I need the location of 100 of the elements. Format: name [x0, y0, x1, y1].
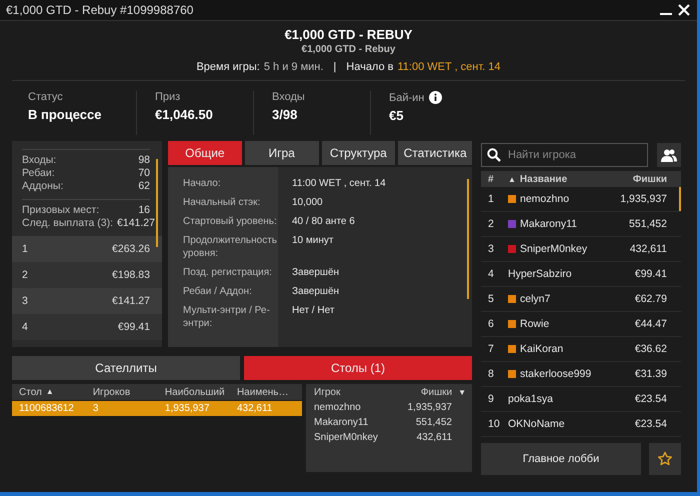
player-name: stakerloose999 [520, 368, 592, 380]
stat-value: 3/98 [272, 107, 298, 122]
payout-place: 3 [22, 295, 28, 307]
stat-label: Приз [155, 91, 180, 103]
stat-value: €1,046.50 [155, 107, 214, 122]
player-row[interactable]: 4 HyperSabziro €99.41 [481, 262, 681, 287]
column-header[interactable]: Наимень… [236, 386, 288, 398]
detail-value: 10,000 [292, 197, 323, 208]
player-chips: 551,452 [416, 417, 452, 428]
player-name: nemozhno [314, 402, 361, 413]
player-chips: 432,611 [416, 432, 452, 443]
tournament-title: €1,000 GTD - REBUY [284, 27, 414, 42]
tournament-subtitle: €1,000 GTD - Rebuy [300, 44, 396, 55]
player-name: OKNoName [508, 418, 565, 430]
stat-value: В процессе [28, 107, 102, 122]
detail-value: 11:00 WET , сент. 14 [292, 178, 386, 189]
player-rank: 1 [487, 193, 495, 205]
tab[interactable]: Игра [244, 141, 318, 165]
tab[interactable]: Сателлиты [12, 356, 240, 380]
separator-text: | [333, 61, 336, 73]
detail-value: Завершён [292, 286, 340, 297]
detail-label: Начальный стэк: [182, 196, 262, 209]
player-chips: €23.54 [634, 418, 681, 430]
scrollbar-thumb[interactable] [467, 179, 469, 299]
player-rank: 6 [487, 318, 495, 330]
tab[interactable]: Общие [168, 141, 242, 165]
prize-value: 62 [138, 180, 150, 193]
people-icon [661, 148, 677, 162]
table-cell-text: 1,935,937 [164, 403, 210, 414]
player-name: Makarony11 [520, 218, 578, 230]
players-button[interactable] [657, 143, 681, 167]
player-row[interactable]: 6 Rowie €44.47 [481, 312, 681, 337]
start-label: Начало в [346, 61, 394, 73]
column-header[interactable]: Игроков [92, 386, 130, 398]
tab[interactable]: Структура [322, 141, 396, 165]
table-cell-text: 1100683612 [18, 403, 75, 414]
sort-indicator: ▲ [508, 174, 516, 184]
column-header[interactable]: Название [520, 174, 568, 184]
stat-label: Бай-ин [389, 92, 424, 104]
close-icon[interactable] [677, 3, 691, 17]
detail-label: Позд. регистрация: [182, 266, 273, 279]
player-chips: €36.62 [634, 343, 681, 355]
prize-value: 98 [138, 154, 150, 167]
player-row[interactable]: 3 SniperM0nkey 432,611 [481, 237, 681, 262]
detail-label: Продолжительность уровня: [182, 234, 278, 260]
payout-amount: €198.83 [112, 269, 150, 281]
player-row[interactable]: 8 stakerloose999 €31.39 [481, 362, 681, 387]
player-chips: €31.39 [634, 368, 681, 380]
column-header[interactable]: Наибольший [164, 386, 225, 398]
player-chips: €23.54 [634, 393, 681, 405]
prize-label: Аддоны: [22, 180, 64, 193]
player-name: celyn7 [520, 293, 550, 305]
player-rank: 5 [487, 293, 495, 305]
stat-label: Входы [272, 91, 305, 103]
prize-value: 16 [138, 204, 150, 217]
sort-indicator: ▲ [46, 386, 54, 398]
column-header[interactable]: Стол [19, 386, 42, 398]
column-header[interactable]: Игрок [314, 386, 340, 398]
player-chips: 1,935,937 [408, 402, 452, 413]
tab[interactable]: Столы (1) [244, 356, 472, 380]
player-name: poka1sya [508, 393, 553, 405]
player-row[interactable]: 10 OKNoName €23.54 [481, 412, 681, 437]
player-row[interactable]: 7 KaiKoran €36.62 [481, 337, 681, 362]
sort-indicator: ▼ [458, 388, 466, 396]
column-header[interactable]: Фишки [420, 386, 452, 398]
player-chips: €44.47 [634, 318, 681, 330]
favorite-button[interactable] [649, 443, 681, 475]
player-name: SniperM0nkey [314, 432, 378, 443]
detail-value: Завершён [292, 267, 340, 278]
player-rank: 2 [487, 218, 495, 230]
player-row[interactable]: 2 Makarony11 551,452 [481, 212, 681, 237]
player-row[interactable]: 9 poka1sya €23.54 [481, 387, 681, 412]
player-name: Makarony11 [314, 417, 368, 428]
scrollbar-thumb[interactable] [156, 159, 158, 247]
time-label: Время игры: [196, 61, 260, 73]
payout-place: 4 [22, 321, 28, 333]
tab[interactable]: Статистика [398, 141, 472, 165]
column-header[interactable]: Фишки [632, 174, 681, 184]
prize-label: Ребаи: [22, 167, 55, 180]
column-header[interactable]: # [488, 174, 494, 184]
player-chips: €62.79 [634, 293, 681, 305]
detail-label: Ребаи / Аддон: [182, 285, 253, 298]
player-name: SniperM0nkey [520, 243, 588, 255]
prize-label: След. выплата (3): [22, 217, 114, 230]
player-name: HyperSabziro [508, 268, 572, 280]
stat-label: Статус [28, 91, 63, 103]
prize-label: Входы: [22, 154, 56, 167]
info-icon[interactable] [429, 91, 442, 104]
player-chips: 432,611 [630, 243, 681, 255]
player-row[interactable]: 5 celyn7 €62.79 [481, 287, 681, 312]
scrollbar-thumb[interactable] [679, 187, 681, 211]
detail-label: Начало: [182, 177, 222, 190]
detail-label: Мульти-энтри / Ре-энтри: [182, 304, 271, 330]
detail-label: Стартовый уровень: [182, 215, 278, 228]
search-field[interactable]: Найти игрока [481, 143, 648, 167]
player-rank: 4 [487, 268, 495, 280]
detail-value: Нет / Нет [292, 305, 334, 316]
player-chips: €99.41 [634, 268, 681, 280]
detail-value: 10 минут [292, 235, 334, 246]
lobby-button[interactable]: Главное лобби [481, 443, 641, 475]
